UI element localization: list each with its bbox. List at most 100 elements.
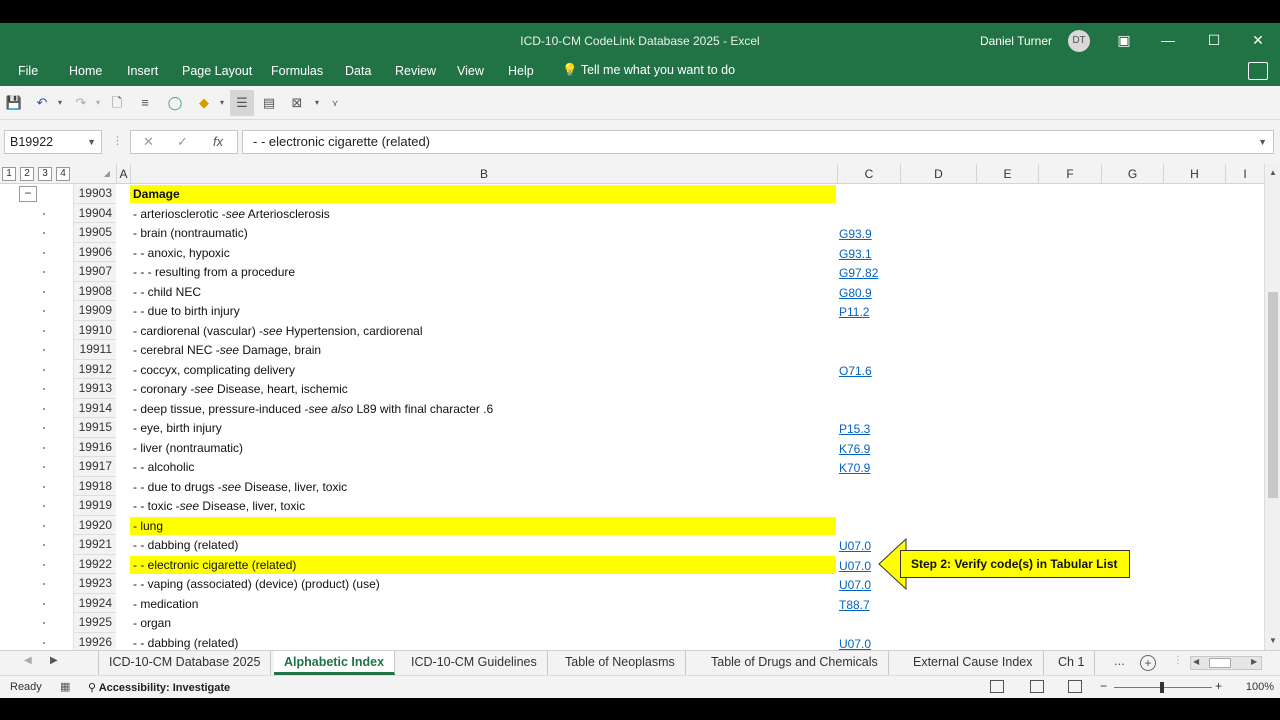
outline-level-3[interactable]: 3 [38,167,52,181]
fill-color-icon[interactable]: ◆ [195,94,213,112]
row-header[interactable]: 19917 [74,457,116,477]
tab-home[interactable]: Home [69,64,102,78]
row-header[interactable]: 19915 [74,418,116,438]
horizontal-scrollbar[interactable]: ◀ ▶ [1190,656,1262,670]
sheet-tab-database[interactable]: ICD-10-CM Database 2025 [98,651,272,675]
redo-dropdown-icon[interactable]: ▾ [89,94,107,112]
row-header[interactable]: 19903 [74,184,116,204]
sheet-tab-guidelines[interactable]: ICD-10-CM Guidelines [401,651,548,675]
undo-dropdown-icon[interactable]: ▾ [51,94,69,112]
chevron-down-icon[interactable]: ▼ [87,131,96,153]
cell-b[interactable]: - - - resulting from a procedure [130,263,836,281]
tab-page-layout[interactable]: Page Layout [182,64,252,78]
row-header[interactable]: 19926 [74,632,116,650]
code-link[interactable]: K76.9 [839,441,870,457]
close-icon[interactable]: ✕ [1244,29,1272,51]
cell-b[interactable]: - coccyx, complicating delivery [130,361,836,379]
column-header-d[interactable]: D [900,164,976,184]
user-name[interactable]: Daniel Turner [980,34,1052,48]
zoom-slider-handle[interactable] [1160,682,1164,693]
hscroll-thumb[interactable] [1209,658,1231,668]
normal-view-icon[interactable] [990,680,1004,693]
row-header[interactable]: 19907 [74,262,116,282]
code-link[interactable]: G97.82 [839,265,878,281]
scroll-thumb[interactable] [1268,292,1278,498]
cell-b[interactable]: - eye, birth injury [130,419,836,437]
row-header[interactable]: 19918 [74,476,116,496]
tab-view[interactable]: View [457,64,484,78]
cell-b[interactable]: - cardiorenal (vascular) -see Hypertensi… [130,322,836,340]
tab-insert[interactable]: Insert [127,64,158,78]
redo-icon[interactable]: ↷ [72,94,90,112]
cell-b[interactable]: - - dabbing (related) [130,536,836,554]
code-link[interactable]: K70.9 [839,460,870,476]
sheet-tab-ch1[interactable]: Ch 1 [1048,651,1096,675]
save-icon[interactable]: 💾 [5,94,23,112]
column-header-b[interactable]: B [130,164,837,184]
sheet-tab-drugs[interactable]: Table of Drugs and Chemicals [701,651,889,675]
cell-b[interactable]: - - toxic -see Disease, liver, toxic [130,497,836,515]
row-header[interactable]: 19914 [74,398,116,418]
code-link[interactable]: G93.1 [839,246,872,262]
borders-icon[interactable]: ☰ [230,90,254,116]
page-layout-view-icon[interactable] [1030,680,1044,693]
zoom-in-icon[interactable]: + [1215,679,1222,693]
cell-b[interactable]: - - due to drugs -see Disease, liver, to… [130,478,836,496]
row-header[interactable]: 19925 [74,613,116,633]
code-link[interactable]: G80.9 [839,285,872,301]
avatar[interactable]: DT [1068,30,1090,52]
zoom-level[interactable]: 100% [1246,681,1274,693]
customize-toolbar-icon[interactable]: ⋎ [326,94,344,112]
cell-b[interactable]: - - vaping (associated) (device) (produc… [130,575,836,593]
row-header[interactable]: 19924 [74,593,116,613]
cell-b[interactable]: - organ [130,614,836,632]
expand-formula-icon[interactable]: ▼ [1258,131,1267,153]
row-header[interactable]: 19908 [74,281,116,301]
cell-b[interactable]: - - child NEC [130,283,836,301]
cell-b[interactable]: - lung [130,516,836,535]
more-sheets-button[interactable]: ... [1114,653,1125,668]
clear-dropdown-icon[interactable]: ▾ [308,94,326,112]
ribbon-display-icon[interactable]: ▣ [1110,29,1138,51]
accessibility-status[interactable]: ⚲ Accessibility: Investigate [88,681,230,694]
code-link[interactable]: U07.0 [839,577,871,593]
shape-icon[interactable]: ◯ [166,94,184,112]
code-link[interactable]: G93.9 [839,226,872,242]
row-header[interactable]: 19912 [74,359,116,379]
confirm-icon[interactable]: ✓ [177,134,188,150]
cell-b[interactable]: - - anoxic, hypoxic [130,244,836,262]
cancel-icon[interactable]: ✕ [143,134,154,150]
cell-b[interactable]: - brain (nontraumatic) [130,224,836,242]
tab-formulas[interactable]: Formulas [271,64,323,78]
column-header-c[interactable]: C [837,164,900,184]
scroll-down-icon[interactable]: ▼ [1265,634,1280,648]
next-sheet-icon[interactable]: ▶ [50,655,58,666]
sheet-tab-external-cause[interactable]: External Cause Index [903,651,1044,675]
outline-level-4[interactable]: 4 [56,167,70,181]
column-header-g[interactable]: G [1101,164,1163,184]
cell-b[interactable]: - - electronic cigarette (related) [130,555,836,574]
tell-me-search[interactable]: 💡 Tell me what you want to do [562,63,735,78]
sheet-tab-alphabetic-index[interactable]: Alphabetic Index [274,651,396,675]
column-header-h[interactable]: H [1163,164,1225,184]
row-header[interactable]: 19910 [74,320,116,340]
format-painter-icon[interactable]: ▤ [260,94,278,112]
code-link[interactable]: O71.6 [839,363,872,379]
column-header-a[interactable]: A [116,164,130,184]
tab-help[interactable]: Help [508,64,534,78]
cell-b[interactable]: - - dabbing (related) [130,634,836,651]
scroll-right-icon[interactable]: ▶ [1251,657,1257,666]
cell-b[interactable]: - - alcoholic [130,458,836,476]
scroll-left-icon[interactable]: ◀ [1193,657,1199,666]
row-header[interactable]: 19922 [74,554,116,574]
row-header[interactable]: 19904 [74,203,116,223]
column-header-f[interactable]: F [1038,164,1101,184]
cell-b[interactable]: - cerebral NEC -see Damage, brain [130,341,836,359]
tab-review[interactable]: Review [395,64,436,78]
name-box[interactable]: B19922 ▼ [4,130,102,154]
vertical-scrollbar[interactable]: ▲ ▼ [1264,164,1280,650]
cell-b[interactable]: - arteriosclerotic -see Arteriosclerosis [130,205,836,223]
fill-color-dropdown-icon[interactable]: ▾ [213,94,231,112]
add-sheet-icon[interactable]: + [1140,655,1156,671]
row-header[interactable]: 19905 [74,223,116,243]
